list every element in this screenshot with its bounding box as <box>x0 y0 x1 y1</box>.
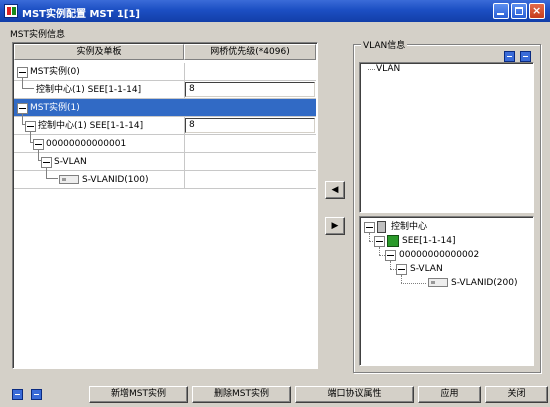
tree-node[interactable]: SEE[1-1-14] <box>402 236 456 247</box>
collapse-icon[interactable] <box>385 250 396 261</box>
window-title: MST实例配置 MST 1[1] <box>22 9 140 20</box>
close-window-button[interactable]: × <box>529 3 545 19</box>
row-label: S-VLAN <box>54 157 87 167</box>
close-button[interactable]: 关闭 <box>485 386 548 403</box>
tree-node-vlan[interactable]: VLAN <box>376 64 400 75</box>
vlan-tree[interactable]: VLAN <box>359 62 534 213</box>
collapse-icon[interactable] <box>364 222 375 233</box>
board-icon <box>387 235 399 247</box>
collapse-icon[interactable] <box>17 67 28 78</box>
maximize-icon <box>515 7 523 15</box>
table-row[interactable]: 控制中心(1) SEE[1-1-14] 8 <box>14 114 316 135</box>
vlan-group-title: VLAN信息 <box>361 38 408 51</box>
table-row[interactable]: 控制中心(1) SEE[1-1-14] 8 <box>14 78 316 99</box>
row-label: MST实例(1) <box>30 103 80 113</box>
row-label: S-VLANID(100) <box>82 175 149 185</box>
collapse-icon[interactable] <box>33 139 44 150</box>
vlan-icon <box>428 278 448 287</box>
device-icon <box>377 221 386 233</box>
board-tree[interactable]: 控制中心 SEE[1-1-14] 00000000000002 S-VLAN S… <box>359 216 534 366</box>
priority-input[interactable]: 8 <box>185 118 315 133</box>
expand-all-icon[interactable] <box>504 51 515 62</box>
minimize-icon <box>497 13 504 15</box>
row-label: MST实例(0) <box>30 67 80 77</box>
add-mst-instance-button[interactable]: 新增MST实例 <box>89 386 188 403</box>
row-label: 控制中心(1) SEE[1-1-14] <box>38 121 144 131</box>
row-label: 控制中心(1) SEE[1-1-14] <box>36 85 142 95</box>
close-icon: × <box>532 4 542 17</box>
table-row[interactable]: 00000000000001 <box>14 132 316 153</box>
maximize-button[interactable] <box>511 3 527 19</box>
column-header-priority[interactable]: 网桥优先级(*4096) <box>184 44 316 60</box>
collapse-icon[interactable] <box>374 236 385 247</box>
minimize-button[interactable] <box>493 3 509 19</box>
table-row[interactable]: MST实例(0) <box>14 63 316 81</box>
collapse-icon[interactable] <box>41 157 52 168</box>
vlan-icon <box>59 175 79 184</box>
apply-button[interactable]: 应用 <box>418 386 481 403</box>
table-row[interactable]: S-VLAN <box>14 150 316 171</box>
priority-input[interactable]: 8 <box>185 82 315 97</box>
collapse-all-icon[interactable] <box>31 389 42 400</box>
tree-node[interactable]: 控制中心 <box>391 222 427 233</box>
tree-node[interactable]: S-VLAN <box>410 264 443 275</box>
section-title: MST实例信息 <box>10 30 65 40</box>
collapse-icon[interactable] <box>17 103 28 114</box>
table-row-selected[interactable]: MST实例(1) <box>14 99 316 117</box>
collapse-icon[interactable] <box>396 264 407 275</box>
tree-node[interactable]: 00000000000002 <box>399 250 479 261</box>
port-protocol-button[interactable]: 端口协议属性 <box>295 386 414 403</box>
collapse-all-icon[interactable] <box>520 51 531 62</box>
delete-mst-instance-button[interactable]: 删除MST实例 <box>192 386 291 403</box>
move-left-button[interactable]: ◀ <box>325 181 345 199</box>
move-right-button[interactable]: ▶ <box>325 217 345 235</box>
expand-all-icon[interactable] <box>12 389 23 400</box>
app-icon <box>4 4 18 18</box>
table-row[interactable]: S-VLANID(100) <box>14 168 316 189</box>
tree-node[interactable]: S-VLANID(200) <box>451 278 518 289</box>
row-label: 00000000000001 <box>46 139 127 149</box>
title-bar[interactable]: MST实例配置 MST 1[1] × <box>0 0 550 22</box>
collapse-icon[interactable] <box>25 121 36 132</box>
column-header-instance[interactable]: 实例及单板 <box>14 44 184 60</box>
